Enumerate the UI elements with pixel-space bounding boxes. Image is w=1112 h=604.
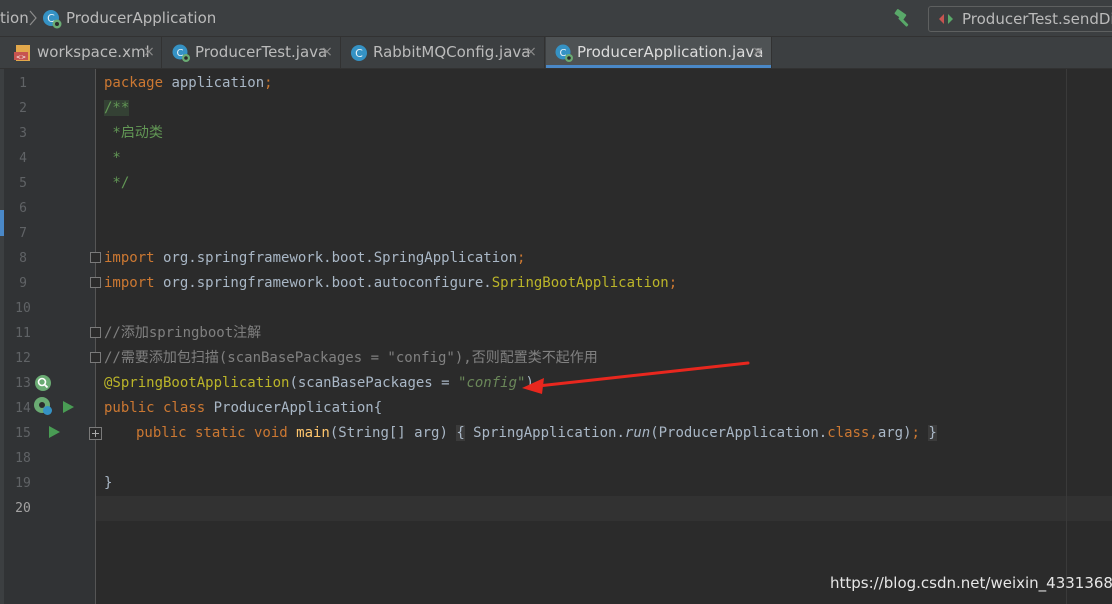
method-name: main xyxy=(287,425,330,441)
annotation: @SpringBootApplication xyxy=(104,375,290,391)
code-line-14: public class ProducerApplication{ xyxy=(104,396,382,421)
code-line-19: } xyxy=(104,475,113,491)
code-line-2: /** xyxy=(104,96,130,121)
keyword: import xyxy=(104,250,155,266)
import-path: org.springframework.boot.autoconfigure. xyxy=(154,275,492,291)
run-configuration-label: ProducerTest.sendDire xyxy=(962,10,1112,28)
fold-toggle[interactable] xyxy=(90,277,101,288)
method-params: (String[] arg) xyxy=(329,425,457,441)
line-number: 19 xyxy=(15,476,31,491)
keyword: import xyxy=(104,275,155,291)
line-number: 10 xyxy=(15,301,31,316)
line-number: 6 xyxy=(19,201,27,216)
breadcrumb-file[interactable]: ProducerApplication xyxy=(66,0,216,37)
tab-label: workspace.xml xyxy=(37,43,150,61)
keyword: package xyxy=(104,75,164,91)
static-method-call: run xyxy=(624,425,651,441)
line-number: 1 xyxy=(19,76,27,91)
line-number: 8 xyxy=(19,251,27,266)
annotation-class: SpringBootApplication xyxy=(491,275,669,291)
code-line-11: //添加springboot注解 xyxy=(104,325,262,341)
close-icon[interactable]: × xyxy=(320,45,334,59)
tab-producerapplication-java[interactable]: C ProducerApplication.java × xyxy=(546,37,772,68)
semicolon: ; xyxy=(668,275,678,291)
line-number: 11 xyxy=(15,326,31,341)
run-configuration-selector[interactable]: ProducerTest.sendDire xyxy=(928,6,1112,32)
tab-workspace-xml[interactable]: <> workspace.xml × xyxy=(8,37,162,68)
folded-brace-open[interactable]: { xyxy=(456,425,465,441)
semicolon: ; xyxy=(264,75,273,91)
comma: , xyxy=(869,425,878,441)
line-number: 5 xyxy=(19,176,27,191)
navigation-bar: tion C ProducerApplication ProducerTest.… xyxy=(0,0,1112,37)
string-literal: "config" xyxy=(458,375,526,391)
semicolon: ; xyxy=(517,250,526,266)
code-line-8: import org.springframework.boot.SpringAp… xyxy=(104,246,525,271)
call-target: SpringApplication. xyxy=(464,425,625,441)
code-line-13: @SpringBootApplication(scanBasePackages … xyxy=(104,371,534,396)
fold-toggle[interactable] xyxy=(90,352,101,363)
expand-fold-icon[interactable] xyxy=(89,427,102,440)
semicolon: ; xyxy=(911,425,929,441)
tab-producertest-java[interactable]: C ProducerTest.java × xyxy=(163,37,341,68)
code-line-9: import org.springframework.boot.autoconf… xyxy=(104,271,677,296)
line-number: 4 xyxy=(19,151,27,166)
chevron-right-icon xyxy=(29,10,37,26)
code-line-4: * xyxy=(104,150,121,166)
tab-rabbitmqconfig-java[interactable]: C RabbitMQConfig.java × xyxy=(342,37,545,68)
line-number: 7 xyxy=(19,226,27,241)
right-margin-guide xyxy=(1066,69,1067,604)
doc-comment-start: /** xyxy=(104,100,130,116)
spring-class-icon: C xyxy=(43,10,62,29)
import-path: org.springframework.boot.SpringApplicati… xyxy=(154,250,518,266)
folded-brace-close[interactable]: } xyxy=(928,425,937,441)
code-line-15: public static void main(String[] arg) { … xyxy=(136,421,937,446)
line-number-gutter: 1 2 3 4 5 6 7 8 9 10 11 12 13 14 15 18 1… xyxy=(4,69,96,604)
build-hammer-icon[interactable] xyxy=(892,8,914,30)
line-number: 3 xyxy=(19,126,27,141)
line-number: 15 xyxy=(15,426,31,441)
keyword: public static void xyxy=(136,425,288,441)
svg-text:C: C xyxy=(355,47,363,60)
line-number: 18 xyxy=(15,451,31,466)
tab-label: RabbitMQConfig.java xyxy=(373,43,531,61)
line-number: 9 xyxy=(19,276,27,291)
spring-boot-app-icon[interactable] xyxy=(33,396,53,416)
fold-toggle[interactable] xyxy=(90,327,101,338)
close-icon[interactable]: × xyxy=(751,45,765,59)
close-icon[interactable]: × xyxy=(142,45,156,59)
run-icon[interactable] xyxy=(61,400,75,414)
watermark-url: https://blog.csdn.net/weixin_43313682 xyxy=(830,574,1112,592)
spring-bean-search-icon[interactable] xyxy=(33,373,53,393)
tab-label: ProducerTest.java xyxy=(195,43,328,61)
line-number-current: 20 xyxy=(15,501,31,516)
xml-file-icon: <> xyxy=(14,45,30,61)
spring-class-icon: C xyxy=(555,44,573,62)
code-line-1: package application; xyxy=(104,71,273,96)
current-line-highlight xyxy=(96,496,1112,521)
svg-text:<>: <> xyxy=(16,54,26,61)
red-arrow-annotation xyxy=(522,361,750,394)
keyword: public class xyxy=(104,400,206,416)
class-declaration: ProducerApplication{ xyxy=(205,400,383,416)
close-icon[interactable]: × xyxy=(524,45,538,59)
code-line-3: *启动类 xyxy=(104,125,163,141)
call-args: (ProducerApplication. xyxy=(650,425,828,441)
breadcrumb-project[interactable]: tion xyxy=(0,0,29,37)
line-number: 12 xyxy=(15,351,31,366)
editor-tab-bar: <> workspace.xml × C ProducerTest.java ×… xyxy=(0,37,1112,69)
java-class-icon: C xyxy=(351,45,367,61)
package-name: application xyxy=(163,75,265,91)
call-args: arg) xyxy=(877,425,912,441)
annotation-args: (scanBasePackages = xyxy=(289,375,459,391)
run-icon[interactable] xyxy=(47,425,61,439)
line-number: 2 xyxy=(19,101,27,116)
fold-toggle[interactable] xyxy=(90,252,101,263)
tab-label: ProducerApplication.java xyxy=(577,43,764,61)
test-config-icon xyxy=(939,14,953,24)
code-line-5: */ xyxy=(104,175,130,191)
spring-class-icon: C xyxy=(172,44,190,62)
keyword: class xyxy=(827,425,870,441)
code-editor[interactable]: 1 2 3 4 5 6 7 8 9 10 11 12 13 14 15 18 1… xyxy=(0,69,1112,604)
